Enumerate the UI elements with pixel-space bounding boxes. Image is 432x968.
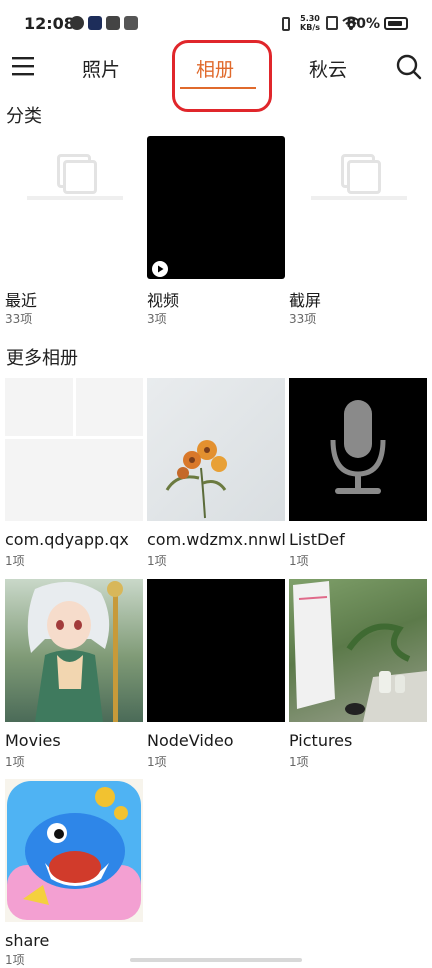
image-placeholder-icon-front: [63, 160, 97, 194]
battery-icon: [384, 17, 408, 30]
battery-percent: 80%: [346, 16, 380, 32]
tab-cloud[interactable]: 秋云: [309, 55, 347, 82]
grid-divider: [73, 378, 76, 436]
album-count: 1项: [5, 554, 25, 568]
album-name: NodeVideo: [147, 731, 234, 750]
placeholder-caption-line: [27, 196, 123, 200]
album-count: 1项: [147, 755, 167, 769]
desk-photo: [293, 581, 427, 722]
categories-title: 分类: [6, 106, 42, 127]
album-count: 1项: [289, 554, 309, 568]
network-speed-value: 5.30: [300, 14, 320, 23]
category-video-thumbnail[interactable]: [147, 136, 285, 279]
category-count: 3项: [147, 312, 167, 326]
play-icon: [152, 261, 168, 277]
flower-photo: [165, 440, 227, 519]
sim-x-icon: [326, 16, 338, 30]
more-albums-title: 更多相册: [6, 348, 78, 369]
album-count: 1项: [5, 953, 25, 967]
category-name: 截屏: [289, 291, 322, 310]
search-icon[interactable]: [396, 54, 422, 80]
category-recent-thumbnail[interactable]: [5, 136, 143, 279]
notification-play-icon: [88, 16, 102, 30]
network-speed-unit: KB/s: [300, 23, 320, 32]
microphone-icon: [330, 400, 386, 494]
category-count: 33项: [5, 312, 33, 326]
status-time: 12:08: [24, 14, 75, 33]
album-thumbnail[interactable]: [5, 378, 143, 521]
album-thumbnail[interactable]: [147, 579, 285, 722]
album-name: com.qdyapp.qx: [5, 530, 129, 549]
album-count: 1项: [147, 554, 167, 568]
album-thumbnail[interactable]: [289, 378, 427, 521]
album-count: 1项: [5, 755, 25, 769]
tab-photos[interactable]: 照片: [82, 55, 120, 82]
category-name: 视频: [147, 291, 180, 310]
home-indicator[interactable]: [130, 958, 302, 962]
album-thumbnail[interactable]: [147, 378, 285, 521]
album-thumbnail[interactable]: [5, 779, 143, 922]
album-name: share: [5, 931, 50, 950]
album-name: ListDef: [289, 530, 345, 549]
album-count: 1项: [289, 755, 309, 769]
game-app-icon: [7, 781, 141, 920]
annotation-highlight-ring: [172, 40, 272, 112]
menu-icon[interactable]: [12, 56, 34, 76]
notification-app-icon: [106, 16, 120, 30]
album-name: Pictures: [289, 731, 353, 750]
placeholder-caption-line: [311, 196, 407, 200]
vibrate-icon: [282, 17, 290, 31]
album-thumbnail[interactable]: [289, 579, 427, 722]
grid-divider: [5, 436, 143, 439]
category-count: 33项: [289, 312, 317, 326]
image-placeholder-icon-front: [347, 160, 381, 194]
network-speed: 5.30 KB/s: [300, 14, 320, 32]
notification-mail-icon: [124, 16, 138, 30]
album-name: com.wdzmx.nnwl: [147, 530, 286, 549]
anime-character-image: [27, 581, 123, 722]
category-screenshots-thumbnail[interactable]: [289, 136, 427, 279]
notification-check-icon: [70, 16, 84, 30]
album-thumbnail[interactable]: [5, 579, 143, 722]
category-name: 最近: [5, 291, 38, 310]
album-name: Movies: [5, 731, 61, 750]
